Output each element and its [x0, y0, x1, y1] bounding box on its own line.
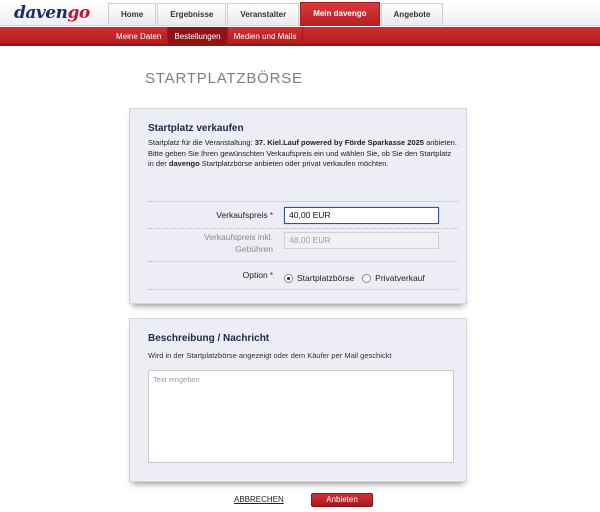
message-card-subtitle: Wird in der Startplatzbörse angezeigt od… [148, 351, 392, 360]
tab-angebote[interactable]: Angebote [380, 3, 444, 25]
price-input[interactable]: 40,00 EUR [284, 207, 439, 224]
cancel-link[interactable]: ABBRECHEN [234, 495, 284, 504]
price-incl-fees-label: Verkaufspreis inkl. Gebühren [204, 232, 273, 254]
subtab-bestellungen[interactable]: Bestellungen [168, 27, 228, 46]
message-textarea[interactable]: Text eingeben [148, 370, 454, 463]
event-name: 37. Kiel.Lauf powered by Förde Sparkasse… [254, 138, 424, 147]
tab-mein-davengo[interactable]: Mein davengo [300, 2, 380, 26]
radio-privatverkauf[interactable] [362, 273, 372, 283]
subtab-medien-und-mails[interactable]: Medien und Mails [228, 27, 304, 46]
davengo-logo[interactable]: davengo [14, 3, 90, 23]
sell-card-title: Startplatz verkaufen [148, 123, 244, 134]
page-title: STARTPLATZBÖRSE [145, 70, 303, 87]
sub-tabs: Meine Daten Bestellungen Medien und Mail… [110, 27, 304, 46]
message-card: Beschreibung / Nachricht Wird in der Sta… [129, 318, 467, 482]
divider [148, 201, 458, 202]
sell-startplatz-card: Startplatz verkaufen Startplatz für die … [129, 108, 467, 304]
option-radio-group: Startplatzbörse Privatverkauf [284, 273, 433, 283]
sell-card-description: Startplatz für die Veranstaltung: 37. Ki… [148, 138, 457, 168]
message-card-title: Beschreibung / Nachricht [148, 333, 270, 344]
price-label: Verkaufspreis * [216, 210, 273, 220]
divider [148, 289, 458, 290]
option-label: Option * [242, 270, 273, 280]
brand-name: davengo [168, 159, 200, 168]
sub-navigation-bar: Meine Daten Bestellungen Medien und Mail… [0, 27, 600, 46]
tab-veranstalter[interactable]: Veranstalter [227, 3, 300, 25]
subtab-meine-daten[interactable]: Meine Daten [110, 27, 169, 46]
submit-button[interactable]: Anbieten [311, 493, 373, 507]
top-navigation-bar: davengo Home Ergebnisse Veranstalter Mei… [0, 0, 600, 26]
divider [148, 261, 458, 262]
radio-startplatzboerse[interactable] [284, 273, 293, 283]
radio-privatverkauf-label[interactable]: Privatverkauf [375, 273, 425, 283]
divider [148, 228, 458, 229]
price-incl-fees-field: 48,00 EUR [284, 232, 439, 249]
main-tabs: Home Ergebnisse Veranstalter Mein daveng… [108, 2, 444, 26]
radio-startplatzboerse-label[interactable]: Startplatzbörse [297, 273, 354, 283]
tab-ergebnisse[interactable]: Ergebnisse [157, 3, 227, 25]
tab-home[interactable]: Home [108, 3, 157, 25]
